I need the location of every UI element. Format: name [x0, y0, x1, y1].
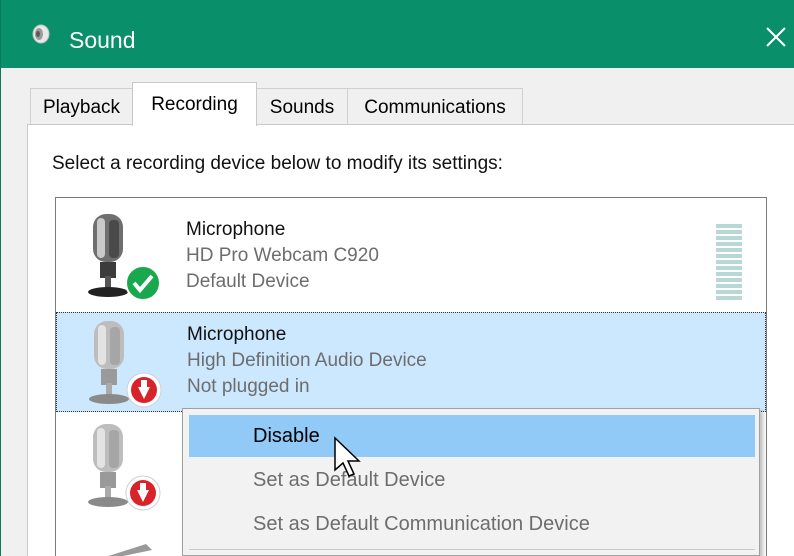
context-menu: Disable Set as Default Device Set as Def…: [182, 408, 760, 556]
red-down-arrow-icon: [125, 475, 161, 511]
device-item-selected[interactable]: Microphone High Definition Audio Device …: [56, 312, 766, 412]
tab-playback[interactable]: Playback: [30, 88, 133, 125]
instruction-text: Select a recording device below to modif…: [52, 153, 503, 174]
close-icon[interactable]: [763, 24, 789, 50]
device-icon-partial: [108, 544, 152, 556]
device-name: Microphone: [187, 324, 287, 345]
menu-item-set-default-communication-device[interactable]: Set as Default Communication Device: [189, 503, 755, 545]
tab-sounds[interactable]: Sounds: [256, 88, 348, 125]
menu-separator: [189, 549, 755, 550]
device-description: HD Pro Webcam C920: [186, 245, 379, 266]
sound-dialog: Sound Playback Recording Sounds Communic…: [0, 0, 794, 556]
device-item[interactable]: Microphone HD Pro Webcam C920 Default De…: [56, 208, 766, 308]
level-meter: [716, 224, 742, 300]
device-status: Default Device: [186, 271, 310, 292]
speaker-icon: [32, 24, 50, 44]
tab-recording[interactable]: Recording: [132, 82, 257, 126]
device-status: Not plugged in: [187, 376, 310, 397]
tab-communications[interactable]: Communications: [347, 88, 523, 125]
device-name: Microphone: [186, 219, 286, 240]
menu-item-disable[interactable]: Disable: [189, 415, 755, 457]
red-down-arrow-icon: [126, 372, 162, 408]
title-bar: Sound: [1, 0, 794, 68]
window-title: Sound: [69, 27, 136, 53]
mouse-cursor-icon: [334, 436, 361, 477]
menu-item-set-default-device[interactable]: Set as Default Device: [189, 459, 755, 501]
green-check-icon: [125, 265, 161, 301]
device-description: High Definition Audio Device: [187, 350, 427, 371]
